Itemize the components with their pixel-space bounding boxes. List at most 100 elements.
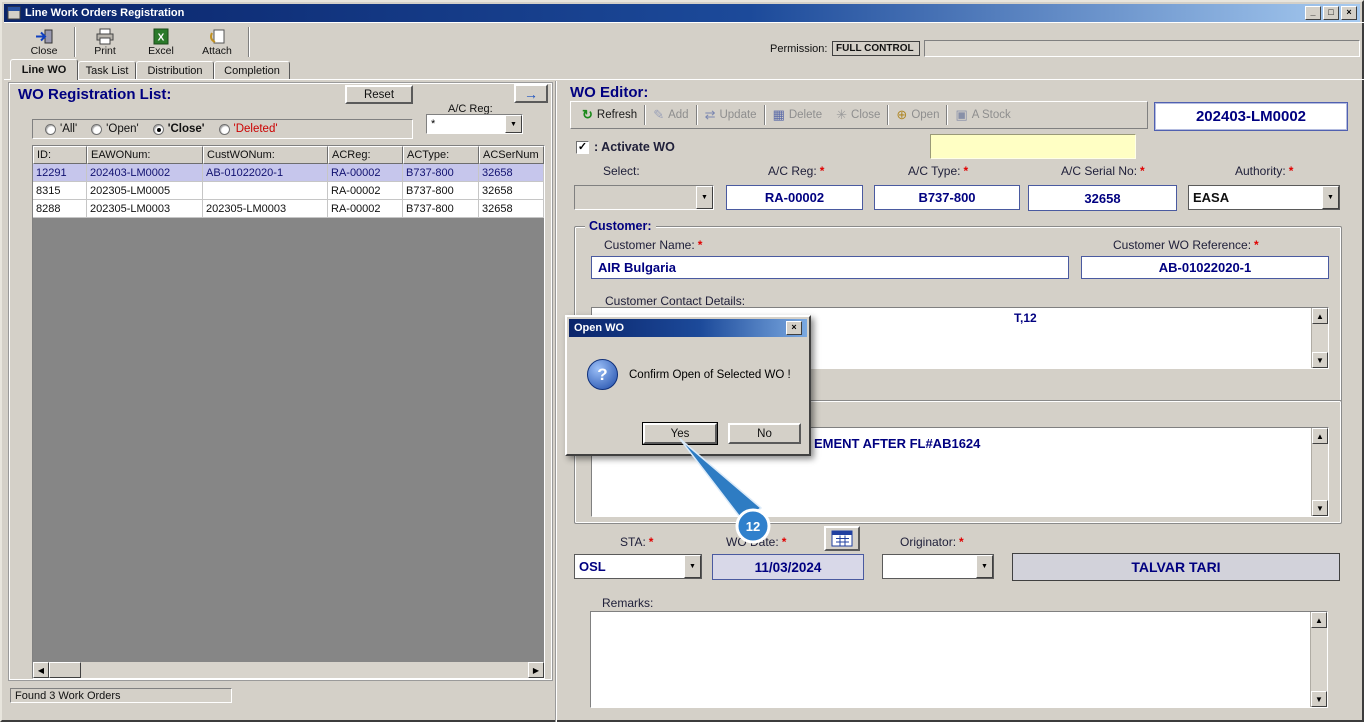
- required-marker: *: [649, 535, 654, 549]
- tab-content-edge: [4, 79, 1364, 80]
- customer-group-label: Customer:: [585, 219, 656, 233]
- col-acreg[interactable]: ACReg:: [328, 146, 403, 164]
- minimize-button[interactable]: _: [1305, 6, 1321, 20]
- refresh-label: Refresh: [597, 109, 637, 121]
- scrollbar-track[interactable]: [81, 662, 528, 678]
- dialog-close-button[interactable]: ×: [786, 321, 802, 335]
- wo-date-field[interactable]: 11/03/2024: [712, 554, 864, 580]
- customer-name-field[interactable]: AIR Bulgaria: [591, 256, 1069, 279]
- authority-combo[interactable]: EASA ▼: [1188, 185, 1340, 210]
- exit-door-icon: [34, 27, 54, 45]
- activate-wo-checkbox[interactable]: ✓: [576, 141, 589, 154]
- attach-button[interactable]: Attach: [192, 26, 242, 58]
- a-stock-label: A Stock: [972, 109, 1011, 121]
- no-button[interactable]: No: [728, 423, 801, 444]
- excel-button[interactable]: X Excel: [138, 26, 184, 58]
- contact-scrollbar[interactable]: ▲ ▼: [1311, 308, 1328, 368]
- update-button[interactable]: ⇄ Update: [698, 104, 764, 126]
- scroll-up-icon[interactable]: ▲: [1311, 612, 1327, 628]
- col-actype[interactable]: ACType:: [403, 146, 479, 164]
- dropdown-arrow-icon[interactable]: ▼: [684, 555, 701, 578]
- ac-reg-filter-combo[interactable]: * ▼: [426, 114, 523, 134]
- a-stock-button[interactable]: ▣ A Stock: [948, 104, 1017, 126]
- app-window: Line Work Orders Registration _ □ × Clos…: [0, 0, 1364, 722]
- dropdown-arrow-icon[interactable]: ▼: [976, 555, 993, 578]
- close-wo-button[interactable]: ✳ Close: [829, 104, 887, 126]
- ac-type-field[interactable]: B737-800: [874, 185, 1020, 210]
- cell-id: 8315: [33, 182, 87, 200]
- scroll-down-icon[interactable]: ▼: [1311, 691, 1327, 707]
- description-scrollbar[interactable]: ▲ ▼: [1311, 428, 1328, 516]
- tab-task-list[interactable]: Task List: [78, 61, 136, 80]
- ac-serial-field[interactable]: 32658: [1028, 185, 1177, 211]
- printer-icon: [95, 27, 115, 45]
- col-custwonum[interactable]: CustWONum:: [203, 146, 328, 164]
- wo-date-label: WO Date:*: [726, 535, 786, 549]
- dropdown-arrow-icon[interactable]: ▼: [1322, 186, 1339, 209]
- select-combo[interactable]: ▼: [574, 185, 714, 210]
- originator-combo[interactable]: ▼: [882, 554, 994, 579]
- close-button-label: Close: [31, 45, 58, 57]
- add-label: Add: [668, 109, 688, 121]
- grid-horizontal-scrollbar[interactable]: ◀ ▶: [33, 662, 544, 678]
- remarks-scrollbar[interactable]: ▲ ▼: [1310, 612, 1327, 707]
- col-acsernum[interactable]: ACSerNum: [479, 146, 544, 164]
- update-label: Update: [719, 109, 756, 121]
- scroll-up-icon[interactable]: ▲: [1312, 428, 1328, 444]
- cell-custwonum: 202305-LM0003: [203, 200, 328, 218]
- tab-distribution[interactable]: Distribution: [136, 61, 214, 80]
- table-row[interactable]: 8288 202305-LM0003 202305-LM0003 RA-0000…: [33, 200, 544, 218]
- radio-deleted[interactable]: [219, 124, 230, 135]
- ac-reg-field[interactable]: RA-00002: [726, 185, 863, 210]
- radio-open[interactable]: [91, 124, 102, 135]
- add-button[interactable]: ✎ Add: [646, 104, 695, 126]
- delete-button[interactable]: ▦ Delete: [766, 104, 830, 126]
- customer-ref-label: Customer WO Reference:*: [1113, 238, 1259, 252]
- required-marker: *: [959, 535, 964, 549]
- tab-completion[interactable]: Completion: [214, 61, 290, 80]
- dropdown-arrow-icon[interactable]: ▼: [505, 115, 522, 133]
- cell-acreg: RA-00002: [328, 200, 403, 218]
- table-row[interactable]: 8315 202305-LM0005 RA-00002 B737-800 326…: [33, 182, 544, 200]
- calendar-button[interactable]: [824, 526, 860, 551]
- radio-close[interactable]: [153, 124, 164, 135]
- radio-all[interactable]: [45, 124, 56, 135]
- required-marker: *: [1289, 164, 1294, 178]
- yes-button[interactable]: Yes: [643, 423, 717, 444]
- scrollbar-thumb[interactable]: [49, 662, 81, 678]
- print-button-label: Print: [94, 45, 116, 57]
- permission-value: FULL CONTROL: [832, 41, 920, 56]
- scroll-right-icon[interactable]: ▶: [528, 662, 544, 678]
- svg-text:X: X: [158, 32, 165, 43]
- attach-button-label: Attach: [202, 45, 232, 57]
- reset-button[interactable]: Reset: [345, 85, 413, 104]
- col-eawonum[interactable]: EAWONum:: [87, 146, 203, 164]
- required-marker: *: [820, 164, 825, 178]
- maximize-button[interactable]: □: [1323, 6, 1339, 20]
- scroll-left-icon[interactable]: ◀: [33, 662, 49, 678]
- close-button[interactable]: Close: [20, 26, 68, 58]
- table-row[interactable]: 12291 202403-LM0002 AB-01022020-1 RA-000…: [33, 164, 544, 182]
- highlight-input[interactable]: [930, 134, 1136, 159]
- refresh-icon: ↻: [582, 107, 593, 123]
- scroll-down-icon[interactable]: ▼: [1312, 352, 1328, 368]
- col-id[interactable]: ID:: [33, 146, 87, 164]
- refresh-button[interactable]: ↻ Refresh: [575, 104, 644, 126]
- scroll-down-icon[interactable]: ▼: [1312, 500, 1328, 516]
- scroll-up-icon[interactable]: ▲: [1312, 308, 1328, 324]
- remarks-textarea[interactable]: ▲ ▼: [590, 611, 1328, 708]
- remarks-label: Remarks:: [602, 596, 653, 610]
- tab-line-wo[interactable]: Line WO: [10, 59, 78, 80]
- sta-combo[interactable]: OSL ▼: [574, 554, 702, 579]
- open-wo-icon: ⊕: [896, 107, 907, 123]
- activate-wo-label: : Activate WO: [594, 140, 675, 154]
- open-wo-button[interactable]: ⊕ Open: [889, 104, 946, 126]
- originator-combo-value: [883, 555, 976, 578]
- customer-ref-field[interactable]: AB-01022020-1: [1081, 256, 1329, 279]
- go-arrow-button[interactable]: →: [514, 84, 548, 103]
- window-close-button[interactable]: ×: [1341, 6, 1357, 20]
- delete-label: Delete: [789, 109, 822, 121]
- dropdown-arrow-icon[interactable]: ▼: [696, 186, 713, 209]
- wo-number-display: 202403-LM0002: [1154, 102, 1348, 131]
- print-button[interactable]: Print: [82, 26, 128, 58]
